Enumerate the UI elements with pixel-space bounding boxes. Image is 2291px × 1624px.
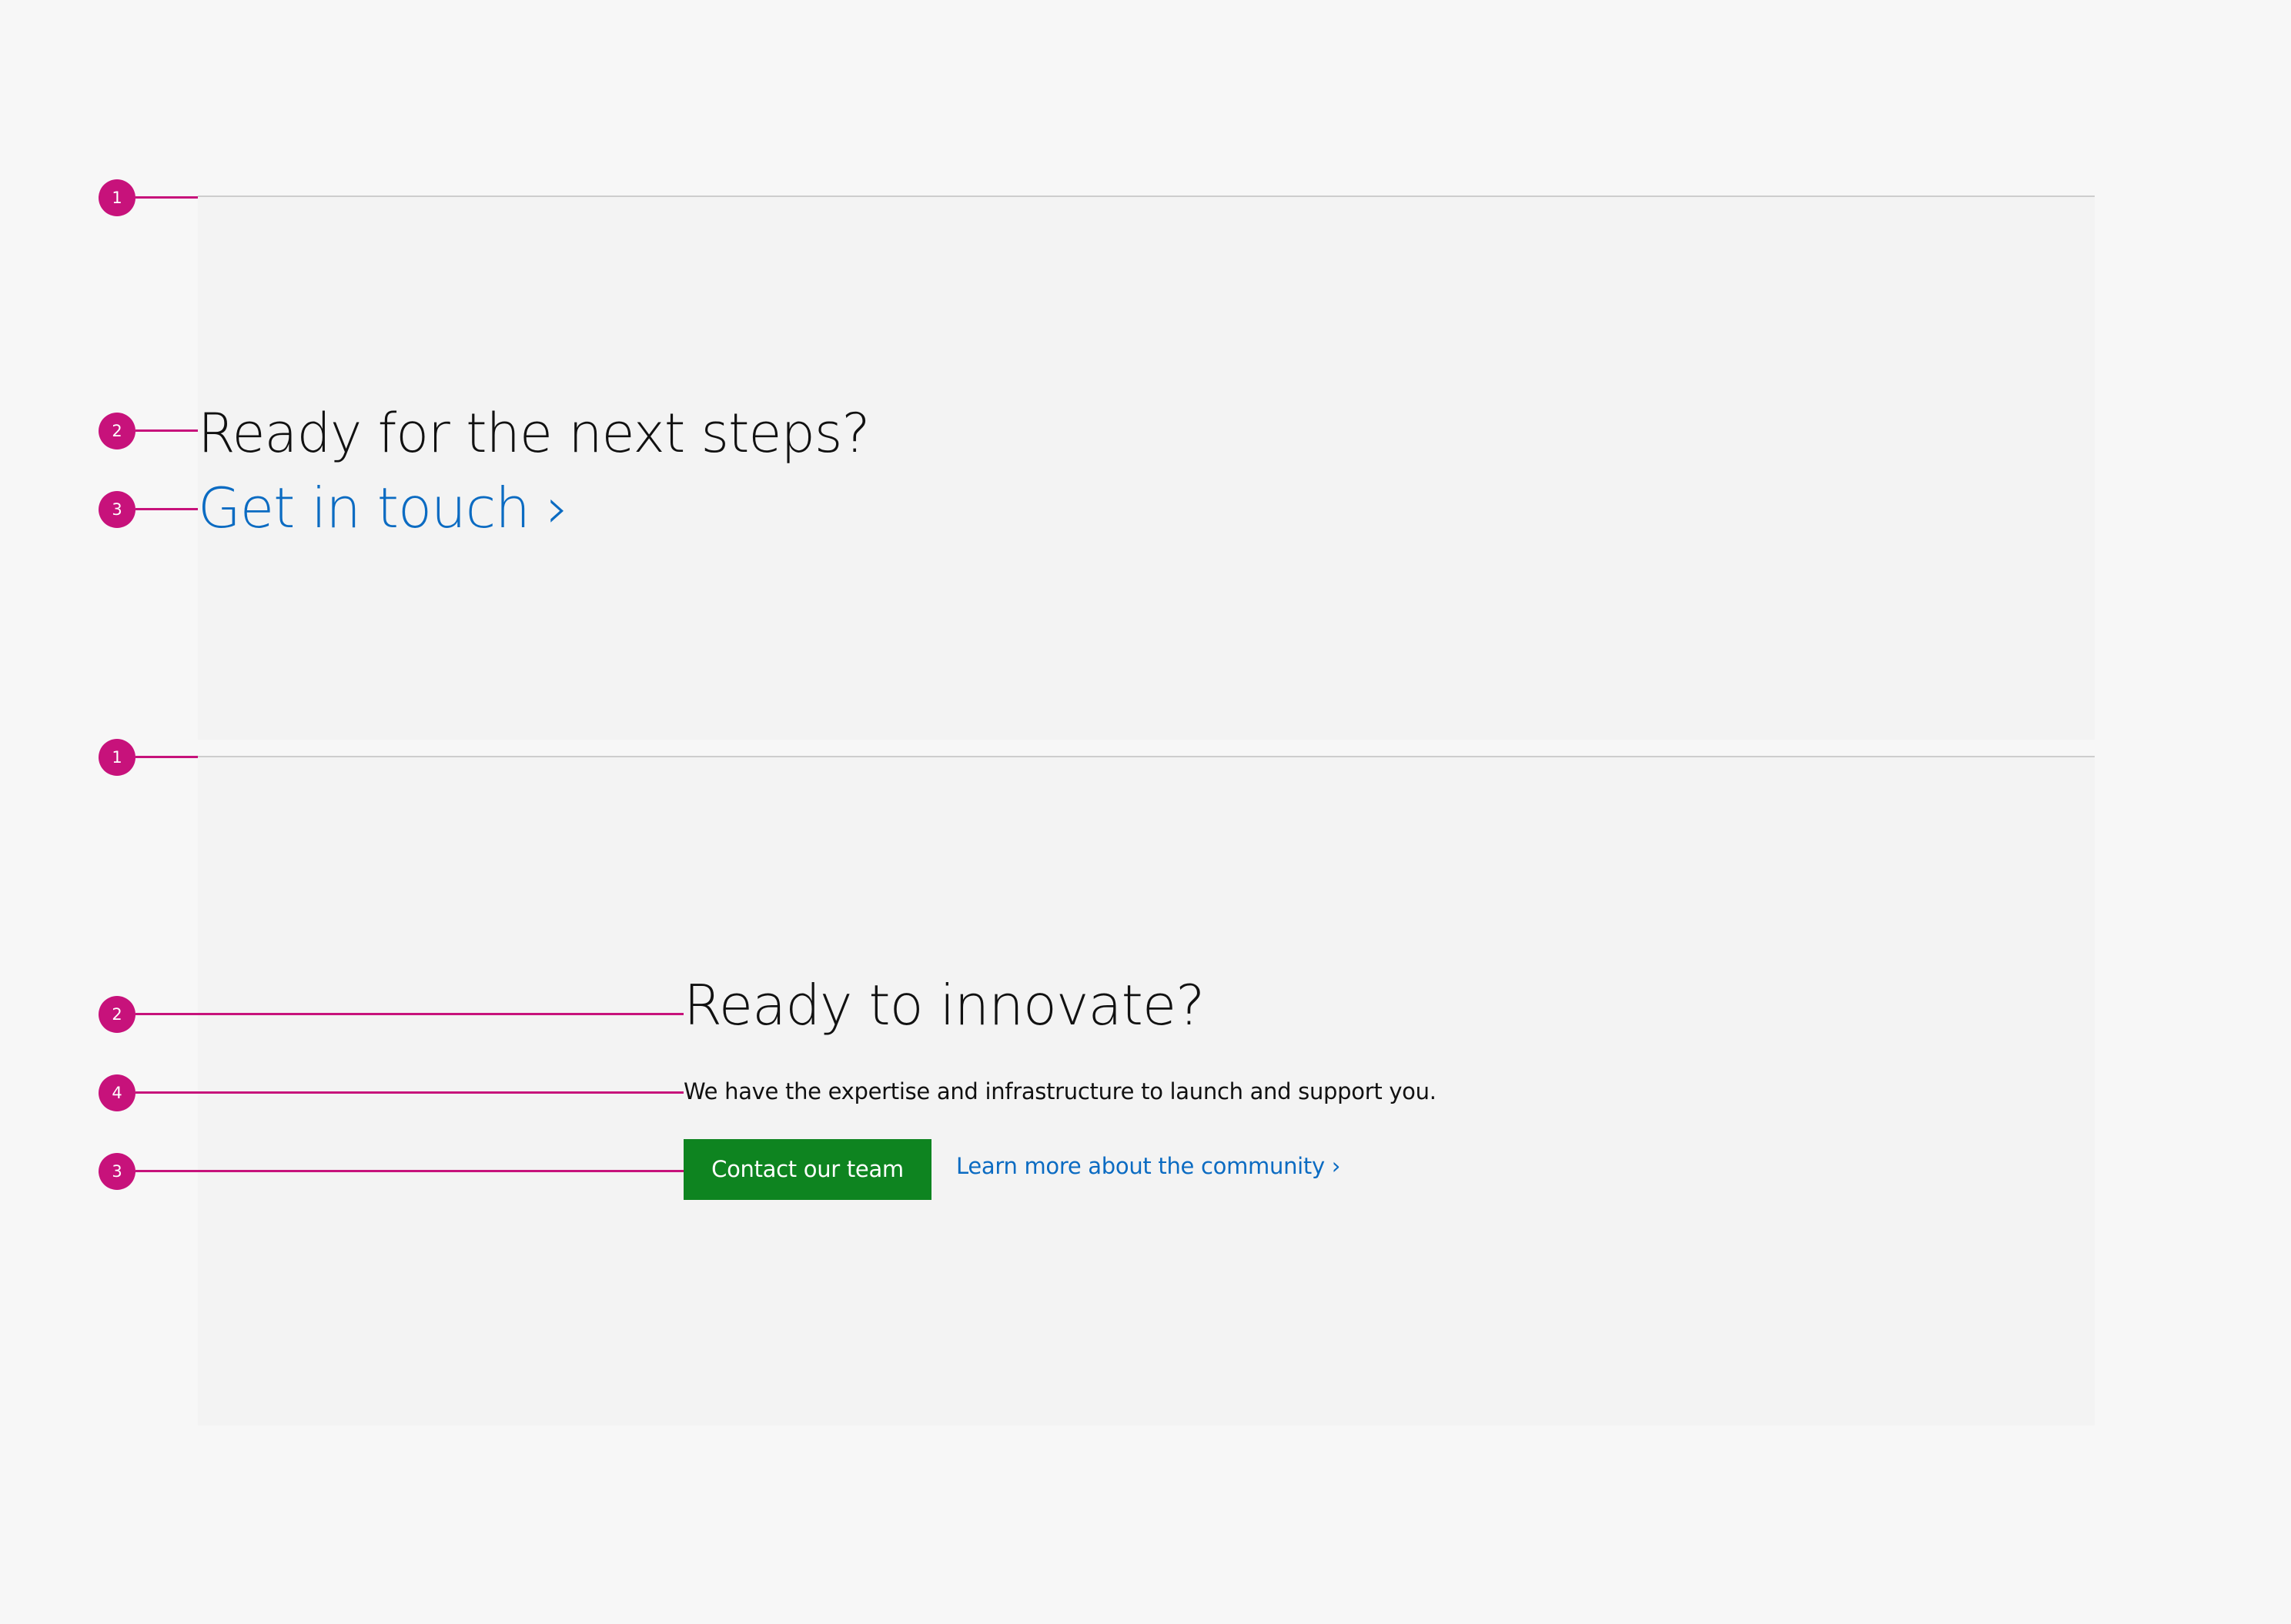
annotation-marker: 2 [99,413,135,449]
annotation-leader [135,1170,684,1172]
section-heading: Ready to innovate? [684,973,1205,1038]
annotation-marker: 1 [99,179,135,216]
annotation-leader [135,1091,684,1094]
annotation-marker: 1 [99,739,135,776]
annotation-leader [135,196,198,199]
annotation-leader [135,1013,684,1015]
top-border [198,195,2095,197]
get-in-touch-link[interactable]: Get in touch › [198,469,569,546]
annotation-leader [135,508,198,510]
section-description: We have the expertise and infrastructure… [684,1078,1436,1104]
annotation-leader [135,756,198,758]
contact-our-team-button[interactable]: Contact our team [684,1139,931,1200]
section-heading: Ready for the next steps? [198,402,871,465]
annotation-marker: 3 [99,491,135,528]
top-border [198,756,2095,757]
annotation-marker: 3 [99,1153,135,1190]
annotation-marker: 2 [99,996,135,1033]
annotation-marker: 4 [99,1074,135,1111]
learn-more-community-link[interactable]: Learn more about the community › [956,1149,1340,1183]
annotation-leader [135,429,198,432]
